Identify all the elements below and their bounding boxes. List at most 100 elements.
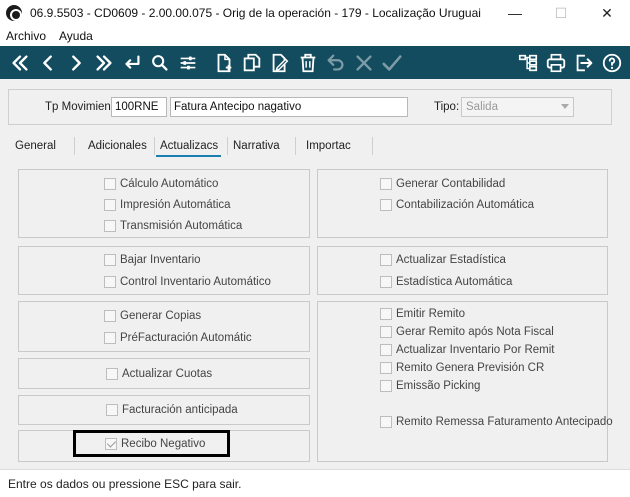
new-document-icon	[217, 53, 232, 72]
checkbox-box	[380, 416, 392, 428]
checkbox-actualizar-inventario-remito[interactable]: Actualizar Inventario Por Remit	[380, 344, 555, 356]
search-icon	[152, 54, 168, 71]
checkbox-label: Generar Copias	[120, 310, 202, 322]
checkbox-gerar-remito[interactable]: Gerar Remito após Nota Fiscal	[380, 326, 554, 338]
checkbox-box	[106, 404, 118, 416]
checkbox-contabilizacion-automatica[interactable]: Contabilización Automática	[380, 199, 534, 211]
tab-adicionales[interactable]: Adicionales	[88, 135, 147, 157]
checkbox-label: Contabilización Automática	[396, 199, 535, 211]
checkbox-transmision-automatica[interactable]: Transmisión Automática	[104, 220, 242, 232]
menu-bar: Archivo Ayuda	[0, 26, 630, 46]
checkbox-emissao-picking[interactable]: Emissão Picking	[380, 380, 480, 392]
checkbox-box	[104, 332, 116, 344]
filter-settings-button[interactable]	[174, 49, 202, 77]
checkbox-label: Remito Genera Previsión CR	[396, 362, 545, 374]
menu-archivo[interactable]: Archivo	[0, 29, 51, 43]
tab-separator	[295, 137, 296, 155]
tab-separator	[154, 137, 155, 155]
checkbox-label: Emissão Picking	[396, 380, 481, 392]
title-bar: 06.9.5503 - CD0609 - 2.00.00.075 - Orig …	[0, 0, 630, 26]
previous-record-button[interactable]	[34, 49, 62, 77]
checkbox-box	[380, 199, 392, 211]
tab-general[interactable]: General	[15, 135, 56, 157]
sliders-icon	[180, 56, 196, 69]
checkbox-emitir-remito[interactable]: Emitir Remito	[380, 308, 465, 320]
tab-actualizacs[interactable]: Actualizacs	[156, 135, 222, 157]
toolbar	[0, 46, 630, 79]
chevron-down-icon	[561, 104, 569, 109]
last-record-button[interactable]	[90, 49, 118, 77]
search-button[interactable]	[146, 49, 174, 77]
copy-icon	[243, 53, 261, 71]
checkbox-label: Bajar Inventario	[120, 254, 201, 266]
checkbox-calculo-automatico[interactable]: Cálculo Automático	[104, 178, 218, 190]
tab-separator	[74, 137, 75, 155]
checkbox-label: PréFacturación Automátic	[120, 332, 252, 344]
printer-icon	[546, 53, 566, 72]
checkbox-label: Estadística Automática	[396, 276, 513, 288]
checkbox-box	[380, 276, 392, 288]
maximize-button[interactable]: ☐	[538, 0, 584, 26]
checkbox-label: Actualizar Cuotas	[122, 368, 213, 380]
tipo-select[interactable]: Salida	[461, 97, 574, 117]
checkbox-generar-copias[interactable]: Generar Copias	[104, 310, 201, 322]
checkbox-label: Transmisión Automática	[120, 220, 243, 232]
checkbox-estadistica-automatica[interactable]: Estadística Automática	[380, 276, 512, 288]
checkbox-box	[104, 276, 116, 288]
undo-button[interactable]	[322, 49, 350, 77]
delete-button[interactable]	[294, 49, 322, 77]
checkbox-remito-genera-prevision[interactable]: Remito Genera Previsión CR	[380, 362, 544, 374]
close-button[interactable]: ✕	[584, 0, 630, 26]
menu-ayuda[interactable]: Ayuda	[53, 29, 98, 43]
checkbox-bajar-inventario[interactable]: Bajar Inventario	[104, 254, 201, 266]
chevron-right-icon	[72, 54, 81, 71]
tp-code-field[interactable]: 100RNE	[111, 97, 167, 117]
edit-button[interactable]	[266, 49, 294, 77]
checkbox-actualizar-cuotas[interactable]: Actualizar Cuotas	[106, 368, 212, 380]
tab-bar: General Adicionales Actualizacs Narrativ…	[8, 135, 612, 157]
window-title: 06.9.5503 - CD0609 - 2.00.00.075 - Orig …	[30, 6, 481, 20]
tp-description-field[interactable]: Fatura Antecipo nagativo	[170, 97, 408, 117]
checkbox-actualizar-estadistica[interactable]: Actualizar Estadística	[380, 254, 506, 266]
next-record-button[interactable]	[62, 49, 90, 77]
help-button[interactable]	[598, 49, 626, 77]
close-x-icon	[356, 54, 372, 71]
edit-document-icon	[272, 53, 289, 72]
confirm-button[interactable]	[378, 49, 406, 77]
tab-importac[interactable]: Importac	[306, 135, 351, 157]
exit-button[interactable]	[570, 49, 598, 77]
first-record-button[interactable]	[6, 49, 34, 77]
checkbox-box	[380, 380, 392, 392]
checkbox-generar-contabilidad[interactable]: Generar Contabilidad	[380, 178, 505, 190]
checkbox-prefacturacion[interactable]: PréFacturación Automátic	[104, 332, 252, 344]
tree-view-button[interactable]	[514, 49, 542, 77]
tab-narrativa[interactable]: Narrativa	[233, 135, 280, 157]
checkbox-box	[104, 254, 116, 266]
checkbox-label: Actualizar Inventario Por Remit	[396, 344, 555, 356]
checkbox-label: Cálculo Automático	[120, 178, 219, 190]
status-bar: Entre os dados ou pressione ESC para sai…	[0, 469, 630, 497]
checkbox-facturacion-anticipada[interactable]: Facturación anticipada	[106, 404, 238, 416]
print-button[interactable]	[542, 49, 570, 77]
checkbox-box	[380, 362, 392, 374]
new-document-button[interactable]	[210, 49, 238, 77]
checkbox-label: Remito Remessa Faturamento Antecipado	[396, 416, 613, 428]
checkbox-box	[380, 308, 392, 320]
checkbox-box	[104, 220, 116, 232]
tipo-selected-value: Salida	[466, 101, 498, 113]
group-contabilidad: Generar Contabilidad Contabilización Aut…	[317, 169, 608, 238]
cancel-button[interactable]	[350, 49, 378, 77]
app-logo-icon	[6, 5, 22, 21]
tp-movimiento-label: Tp Movimien:	[45, 101, 115, 113]
copy-button[interactable]	[238, 49, 266, 77]
checkbox-box	[104, 310, 116, 322]
minimize-button[interactable]: —	[492, 0, 538, 26]
return-arrow-icon	[125, 54, 140, 69]
checkbox-box	[380, 344, 392, 356]
tab-separator	[227, 137, 228, 155]
checkbox-impresion-automatica[interactable]: Impresión Automática	[104, 199, 231, 211]
checkbox-remito-remessa[interactable]: Remito Remessa Faturamento Antecipado	[380, 416, 613, 428]
return-button[interactable]	[118, 49, 146, 77]
checkbox-control-inventario[interactable]: Control Inventario Automático	[104, 276, 271, 288]
checkmark-icon	[382, 54, 402, 71]
